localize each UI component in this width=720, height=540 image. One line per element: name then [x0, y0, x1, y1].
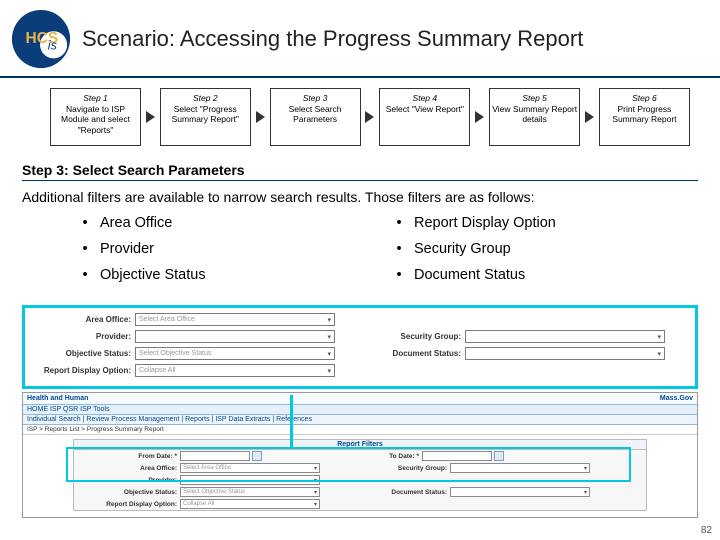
area-office-label: Area Office:	[35, 315, 135, 324]
calendar-icon[interactable]	[252, 451, 262, 461]
chevron-down-icon: ▾	[327, 333, 331, 341]
calendar-icon[interactable]	[494, 451, 504, 461]
filter-item: Security Group	[414, 241, 511, 257]
app-sub-nav[interactable]: Individual Search | Review Process Manag…	[23, 415, 697, 425]
chevron-down-icon: ▾	[657, 333, 661, 341]
breadcrumb: ISP > Reports List > Progress Summary Re…	[23, 425, 697, 435]
report-display-select[interactable]: Collapse All▾	[135, 364, 335, 377]
flow-arrow-icon	[475, 111, 484, 123]
hcsis-logo: HCS is	[10, 8, 72, 70]
step-2-box: Step 2 Select "Progress Summary Report"	[160, 88, 251, 146]
provider-label: Provider:	[80, 477, 180, 484]
objective-status-select[interactable]: Select Objective Status▾	[180, 487, 320, 497]
from-date-input[interactable]	[180, 451, 250, 461]
app-brand-bar: Health and Human Mass.Gov	[23, 393, 697, 405]
area-office-select[interactable]: Select Area Office▾	[135, 313, 335, 326]
provider-select[interactable]: ▾	[180, 475, 320, 485]
report-display-label: Report Display Option:	[80, 501, 180, 508]
provider-select[interactable]: ▾	[135, 330, 335, 343]
flow-arrow-icon	[365, 111, 374, 123]
connector-line	[290, 395, 293, 447]
to-date-input[interactable]	[422, 451, 492, 461]
chevron-down-icon: ▾	[314, 477, 317, 484]
chevron-down-icon: ▾	[657, 350, 661, 358]
bullet-icon: •	[70, 241, 100, 257]
report-display-select[interactable]: Collapse All▾	[180, 499, 320, 509]
bullet-icon: •	[384, 215, 414, 231]
screenshot-region: Area Office: Select Area Office▾ Provide…	[22, 305, 698, 518]
area-office-select[interactable]: Select Area Office▾	[180, 463, 320, 473]
security-group-select[interactable]: ▾	[465, 330, 665, 343]
section-intro: Additional filters are available to narr…	[22, 189, 698, 205]
step-3-box: Step 3 Select Search Parameters	[270, 88, 361, 146]
chevron-down-icon: ▾	[314, 501, 317, 508]
flow-arrow-icon	[585, 111, 594, 123]
filter-bullet-list: •Area Office •Provider •Objective Status…	[70, 215, 698, 293]
bullet-icon: •	[384, 267, 414, 283]
filter-item: Provider	[100, 241, 154, 257]
area-office-label: Area Office:	[80, 465, 180, 472]
provider-label: Provider:	[35, 332, 135, 341]
security-group-select[interactable]: ▾	[450, 463, 590, 473]
bullet-icon: •	[70, 267, 100, 283]
report-display-label: Report Display Option:	[35, 366, 135, 375]
svg-text:is: is	[48, 39, 58, 53]
chevron-down-icon: ▾	[327, 316, 331, 324]
report-filters-panel: Report Filters From Date: * To Date: * A…	[73, 439, 647, 511]
security-group-label: Security Group:	[365, 332, 465, 341]
bullet-icon: •	[384, 241, 414, 257]
chevron-down-icon: ▾	[314, 465, 317, 472]
chevron-down-icon: ▾	[327, 350, 331, 358]
step-1-box: Step 1 Navigate to ISP Module and select…	[50, 88, 141, 146]
filter-item: Objective Status	[100, 267, 206, 283]
objective-status-label: Objective Status:	[35, 349, 135, 358]
to-date-label: To Date: *	[322, 453, 422, 460]
filter-item: Report Display Option	[414, 215, 556, 231]
filter-item: Document Status	[414, 267, 525, 283]
flow-arrow-icon	[146, 111, 155, 123]
app-nav-bar[interactable]: HOME ISP QSR ISP Tools	[23, 405, 697, 415]
page-number: 82	[701, 525, 712, 536]
report-filters-title: Report Filters	[74, 440, 646, 450]
document-status-label: Document Status:	[350, 489, 450, 496]
flow-arrow-icon	[256, 111, 265, 123]
chevron-down-icon: ▾	[584, 465, 587, 472]
slide-title: Scenario: Accessing the Progress Summary…	[82, 26, 583, 52]
objective-status-label: Objective Status:	[80, 489, 180, 496]
zoom-callout: Area Office: Select Area Office▾ Provide…	[22, 305, 698, 389]
process-flow: Step 1 Navigate to ISP Module and select…	[0, 78, 720, 156]
objective-status-select[interactable]: Select Objective Status▾	[135, 347, 335, 360]
document-status-label: Document Status:	[365, 349, 465, 358]
bullet-icon: •	[70, 215, 100, 231]
section-heading: Step 3: Select Search Parameters	[22, 162, 698, 181]
step-5-box: Step 5 View Summary Report details	[489, 88, 580, 146]
step-6-box: Step 6 Print Progress Summary Report	[599, 88, 690, 146]
document-status-select[interactable]: ▾	[450, 487, 590, 497]
chevron-down-icon: ▾	[314, 489, 317, 496]
security-group-label: Security Group:	[350, 465, 450, 472]
filter-item: Area Office	[100, 215, 172, 231]
from-date-label: From Date: *	[80, 453, 180, 460]
app-screenshot: Health and Human Mass.Gov HOME ISP QSR I…	[22, 392, 698, 518]
slide-header: HCS is Scenario: Accessing the Progress …	[0, 0, 720, 78]
chevron-down-icon: ▾	[584, 489, 587, 496]
document-status-select[interactable]: ▾	[465, 347, 665, 360]
chevron-down-icon: ▾	[327, 367, 331, 375]
step-4-box: Step 4 Select "View Report"	[379, 88, 470, 146]
